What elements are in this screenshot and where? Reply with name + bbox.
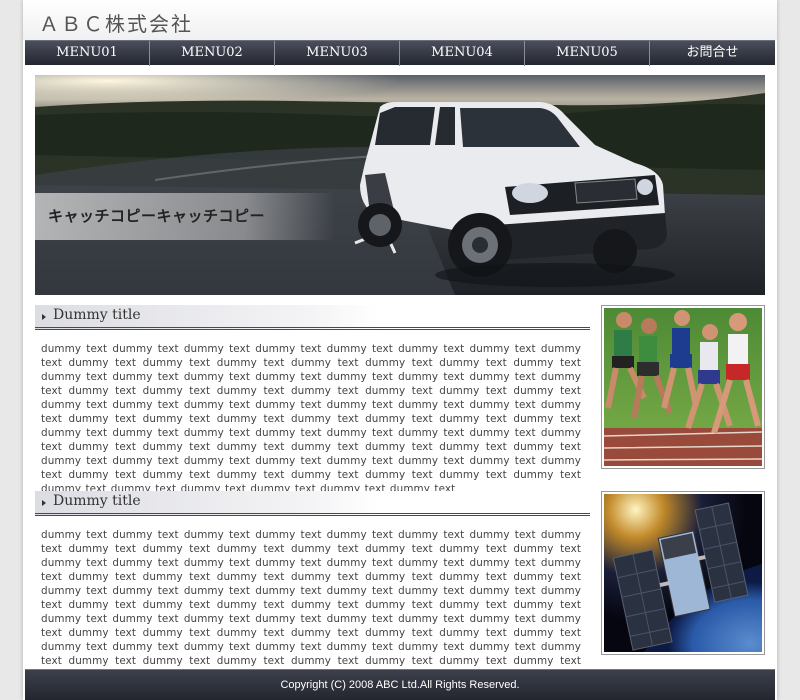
runners-image	[604, 308, 762, 466]
nav-item-contact[interactable]: お問合せ	[650, 41, 775, 66]
arrow-bullet-icon	[42, 500, 46, 506]
catch-copy: キャッチコピーキャッチコピー	[35, 193, 335, 240]
section-title: Dummy title	[53, 493, 141, 509]
arrow-bullet-icon	[42, 314, 46, 320]
section-body-text: dummy text dummy text dummy text dummy t…	[41, 343, 581, 495]
section-thumbnail-runners	[601, 305, 765, 469]
global-nav: MENU01 MENU02 MENU03 MENU04 MENU05 お問合せ	[25, 40, 775, 66]
footer: Copyright (C) 2008 ABC Ltd.All Rights Re…	[25, 669, 775, 700]
nav-item-menu04[interactable]: MENU04	[400, 41, 525, 66]
page: ＡＢＣ株式会社 MENU01 MENU02 MENU03 MENU04 MENU…	[23, 0, 777, 700]
satellite-image	[604, 494, 762, 652]
section-title-bar: Dummy title	[35, 305, 590, 330]
nav-item-menu03[interactable]: MENU03	[275, 41, 400, 66]
hero-banner: キャッチコピーキャッチコピー	[35, 75, 765, 295]
nav-item-menu05[interactable]: MENU05	[525, 41, 650, 66]
nav-item-menu01[interactable]: MENU01	[25, 41, 150, 66]
header: ＡＢＣ株式会社	[23, 0, 777, 40]
copyright-text: Copyright (C) 2008 ABC Ltd.All Rights Re…	[280, 679, 520, 691]
hero-suv-image	[35, 75, 765, 295]
section-title-bar: Dummy title	[35, 491, 590, 516]
section-thumbnail-satellite	[601, 491, 765, 655]
section-title: Dummy title	[53, 307, 141, 323]
nav-item-menu02[interactable]: MENU02	[150, 41, 275, 66]
site-logo[interactable]: ＡＢＣ株式会社	[39, 8, 193, 37]
